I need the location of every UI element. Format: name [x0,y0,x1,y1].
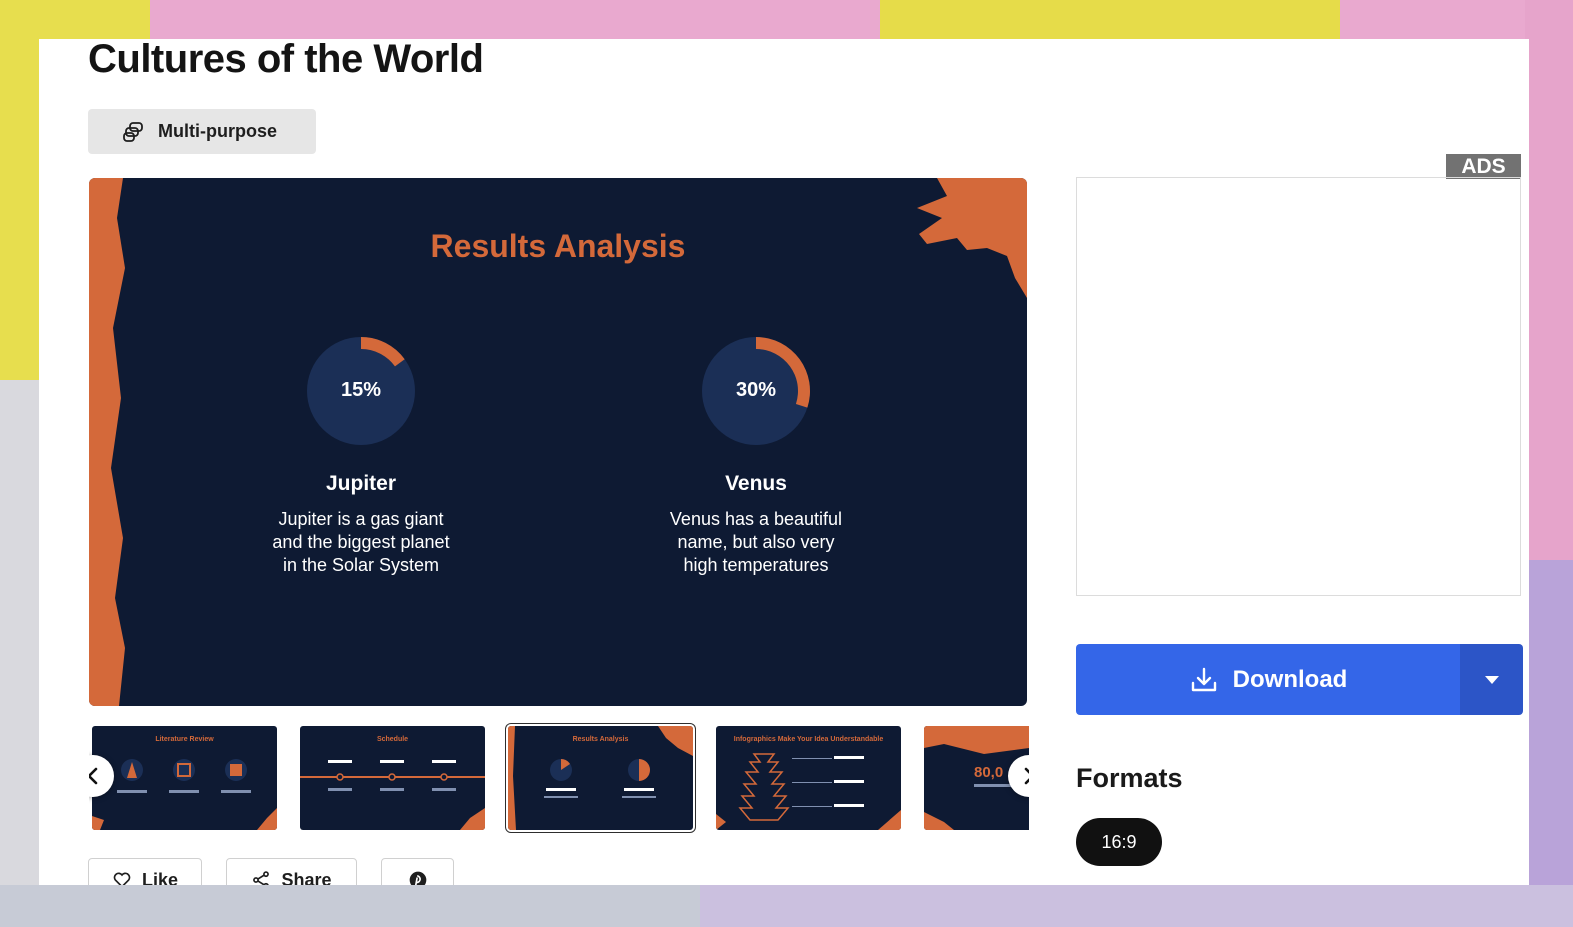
thumbnail-art [716,753,901,830]
share-label: Share [281,869,332,886]
like-button[interactable]: Like [88,858,202,885]
thumbnail-slide-1[interactable]: Literature Review [92,726,277,830]
description-line: Venus has a beautiful [669,509,843,529]
format-option-16-9[interactable]: 16:9 [1076,818,1162,866]
ad-placeholder[interactable] [1076,177,1521,596]
heart-icon [113,872,131,885]
thumbnail-art [92,759,277,830]
thumbnail-title: Infographics Make Your Idea Understandab… [733,736,884,743]
category-tag-multi-purpose[interactable]: Multi-purpose [88,109,316,154]
download-icon [1191,667,1216,691]
planet-name: Venus [725,472,787,495]
description-line: and the biggest planet [272,532,450,552]
template-detail-page: Cultures of the World Multi-purpose Resu… [39,39,1529,885]
thumbnail-slide-2[interactable]: Schedule [300,726,485,830]
pinterest-button[interactable] [381,858,454,885]
download-label: Download [1232,665,1348,693]
page-title: Cultures of the World [88,39,484,81]
category-tag-label: Multi-purpose [158,121,277,141]
thumbnail-slide-4[interactable]: Infographics Make Your Idea Understandab… [716,726,901,830]
planet-name: Jupiter [325,472,396,495]
background-shape [1525,560,1573,927]
thumbnail-big-number: 80,0 [974,764,1004,781]
thumbnail-title: Schedule [376,736,409,743]
description-line: high temperatures [683,555,829,575]
formats-heading: Formats [1076,763,1183,793]
description-line: Jupiter is a gas giant [278,509,444,529]
planet-description: Jupiter is a gas giant and the biggest p… [241,508,481,577]
pinterest-icon [409,871,426,885]
planet-description: Venus has a beautiful name, but also ver… [636,508,876,577]
download-options-button[interactable] [1460,644,1523,715]
share-button[interactable]: Share [226,858,357,885]
thumbnail-slide-3[interactable]: Results Analysis [506,724,695,832]
thumbnail-strip: Literature Review Schedule Results Analy… [89,723,1029,833]
description-line: in the Solar System [282,555,440,575]
background-shape [880,0,1340,40]
description-line: name, but also very [677,532,835,552]
background-shape [0,885,700,927]
thumbnail-title: Literature Review [155,736,214,743]
download-button[interactable]: Download [1076,644,1460,715]
donut-percent-label: 15% [340,379,382,401]
thumbnail-art [300,760,485,830]
background-shape [1525,0,1573,560]
slide-title: Results Analysis [430,228,686,264]
chevron-right-icon [1024,767,1029,785]
caret-down-icon [1484,675,1499,684]
ads-badge: ADS [1446,154,1521,179]
share-icon [253,871,270,885]
slide-preview[interactable]: Results Analysis 15% Jupiter Jupiter is … [89,178,1027,706]
thumbnail-art [508,726,693,830]
multi-purpose-icon [123,121,143,142]
like-label: Like [141,869,179,886]
donut-percent-label: 30% [735,379,777,401]
chevron-left-icon [89,767,98,785]
